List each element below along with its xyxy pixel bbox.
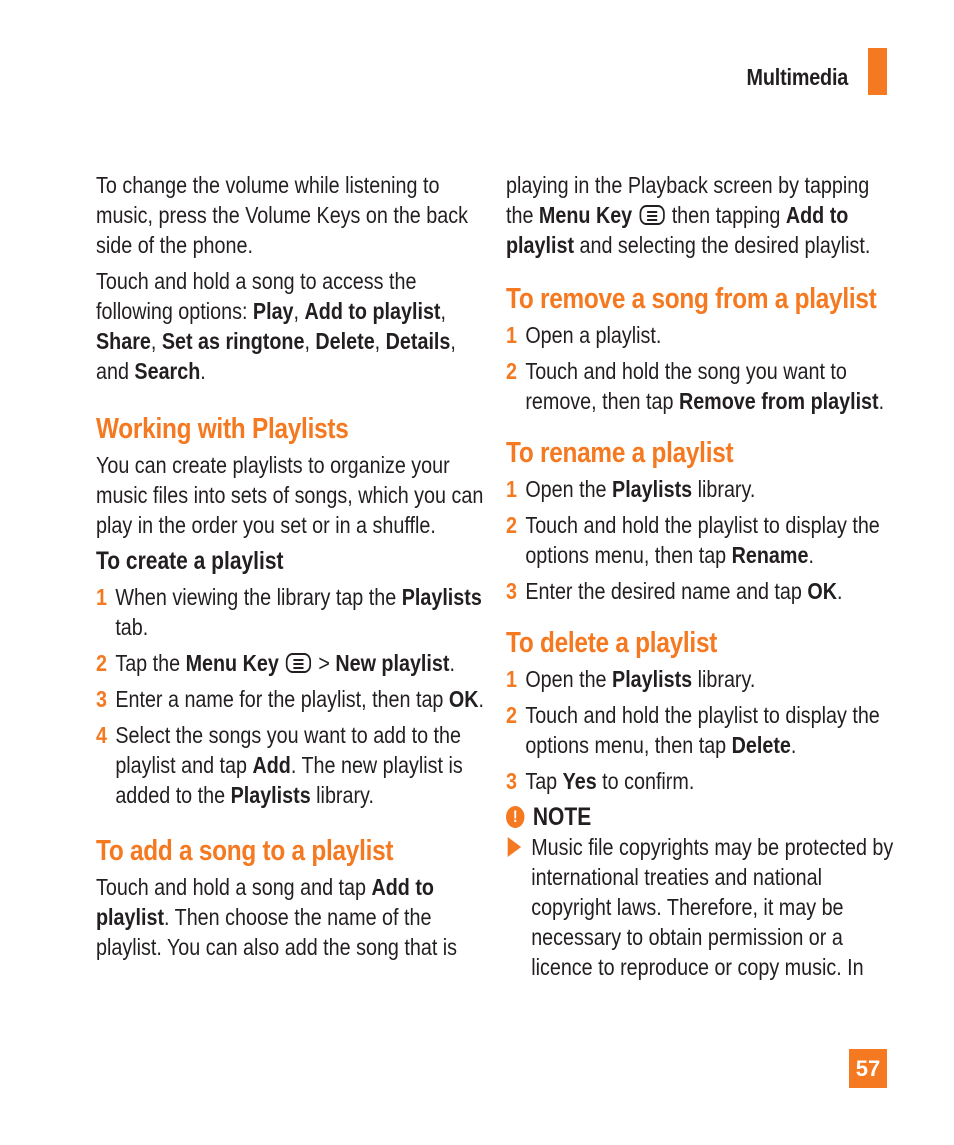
add-song-heading: To add a song to a playlist [96, 835, 394, 867]
note-heading: ! NOTE [506, 802, 897, 832]
page-number: 57 [849, 1049, 887, 1088]
create-step: 4 Select the songs you want to add to the… [96, 722, 463, 808]
remove-step: 1 Open a playlist. [506, 322, 662, 348]
add-song-paragraph: Touch and hold a song and tap Add to pla… [96, 874, 458, 960]
right-column: playing in the Playback screen by tappin… [506, 170, 896, 982]
create-step: 1 When viewing the library tap the Playli… [96, 584, 482, 640]
remove-song-heading: To remove a song from a playlist [506, 283, 877, 315]
create-playlist-heading: To create a playlist [96, 547, 284, 575]
delete-step: 2 Touch and hold the playlist to display … [506, 702, 880, 758]
rename-step: 2 Touch and hold the playlist to display … [506, 512, 880, 568]
section-tab-marker [868, 48, 887, 95]
rename-step: 3 Enter the desired name and tap OK. [506, 578, 843, 604]
delete-step: 1 Open the Playlists library. [506, 666, 756, 692]
rename-step: 1 Open the Playlists library. [506, 476, 756, 502]
menu-key-icon [285, 653, 312, 673]
options-paragraph: Touch and hold a song to access the foll… [96, 268, 456, 384]
continued-paragraph: playing in the Playback screen by tappin… [506, 172, 871, 258]
warning-icon: ! [506, 806, 525, 828]
create-step: 3 Enter a name for the playlist, then tap… [96, 686, 485, 712]
working-with-playlists-heading: Working with Playlists [96, 413, 349, 445]
left-column: To change the volume while listening to … [96, 170, 486, 968]
menu-key-icon [639, 205, 665, 225]
volume-paragraph: To change the volume while listening to … [96, 172, 468, 258]
delete-step: 3 Tap Yes to confirm. [506, 768, 695, 794]
rename-playlist-heading: To rename a playlist [506, 437, 734, 469]
note-item: Music file copyrights may be protected b… [506, 832, 897, 982]
section-title: Multimedia [746, 64, 848, 90]
remove-step: 2 Touch and hold the song you want to rem… [506, 358, 885, 414]
create-step: 2 Tap the Menu Key > New playlist. [96, 650, 455, 676]
working-paragraph: You can create playlists to organize you… [96, 452, 484, 538]
delete-playlist-heading: To delete a playlist [506, 627, 718, 659]
bullet-triangle-icon [507, 837, 522, 857]
